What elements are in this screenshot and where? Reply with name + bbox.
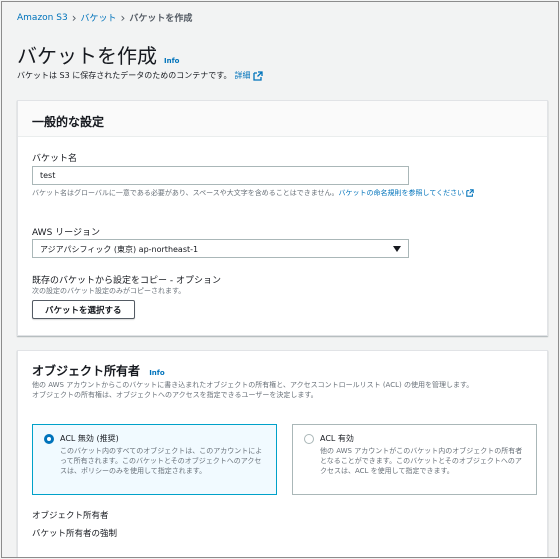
external-link-icon[interactable]: [466, 189, 475, 197]
general-settings-panel: 一般的な設定 バケット名 test バケット名はグローバルに一意である必要があり…: [17, 100, 548, 336]
caret-down-icon: [393, 246, 401, 252]
object-ownership-title-row: オブジェクト所有者 Info: [32, 362, 165, 379]
chevron-right-icon: ›: [71, 10, 77, 25]
ownership-desc-line2: オブジェクトの所有権は、オブジェクトへのアクセスを指定できるユーザーを決定します…: [32, 391, 318, 399]
breadcrumb-amazon-s3[interactable]: Amazon S3: [17, 13, 68, 23]
object-ownership-title: オブジェクト所有者: [32, 364, 141, 378]
bucket-name-input[interactable]: test: [32, 166, 409, 185]
copy-settings-description: 次の設定のバケット設定のみがコピーされます。: [32, 287, 186, 295]
general-settings-title: 一般的な設定: [32, 115, 105, 129]
bucket-name-description: バケット名はグローバルに一意である必要があり、スペースや大文字を含めることはでき…: [32, 188, 532, 198]
choose-bucket-button[interactable]: バケットを選択する: [32, 300, 135, 319]
app-window: Amazon S3 › バケット › バケットを作成 バケットを作成 Info …: [1, 1, 559, 558]
page-title-text: バケットを作成: [17, 44, 157, 68]
object-owner-value: バケット所有者の強制: [32, 529, 118, 539]
region-select[interactable]: アジアパシフィック (東京) ap-northeast-1: [32, 239, 409, 258]
page-title: バケットを作成 Info: [17, 40, 179, 69]
object-ownership-description: 他の AWS アカウントからこのバケットに書き込まれたオブジェクトの所有権と、ア…: [32, 380, 542, 400]
acl-enabled-description: 他の AWS アカウントがこのバケット内のオブジェクトの所有者となることができま…: [320, 447, 523, 475]
chevron-right-icon: ›: [120, 10, 126, 25]
copy-settings-label: 既存のバケットから設定をコピー - オプション: [32, 276, 221, 286]
external-link-icon[interactable]: [253, 70, 264, 81]
bucket-name-label: バケット名: [32, 154, 78, 164]
acl-disabled-description: このバケット内のすべてのオブジェクトは、このアカウントによって所有されます。この…: [60, 447, 263, 475]
acl-enabled-radio[interactable]: [304, 434, 314, 444]
bucket-name-desc-text: バケット名はグローバルに一意である必要があり、スペースや大文字を含めることはでき…: [32, 189, 339, 197]
info-link[interactable]: Info: [164, 57, 179, 65]
acl-enabled-option[interactable]: ACL 有効 他の AWS アカウントがこのバケット内のオブジェクトの所有者とな…: [292, 424, 537, 495]
bucket-naming-rules-link[interactable]: バケットの命名規則を参照してください: [339, 189, 465, 197]
ownership-desc-line1: 他の AWS アカウントからこのバケットに書き込まれたオブジェクトの所有権と、ア…: [32, 381, 474, 389]
acl-disabled-radio[interactable]: [44, 434, 54, 444]
acl-disabled-option[interactable]: ACL 無効 (推奨) このバケット内のすべてのオブジェクトは、このアカウントに…: [32, 424, 277, 495]
general-settings-header: 一般的な設定: [18, 101, 547, 137]
object-owner-label: オブジェクト所有者: [32, 511, 109, 521]
region-label: AWS リージョン: [32, 228, 100, 238]
acl-enabled-title: ACL 有効: [320, 434, 354, 443]
region-select-value: アジアパシフィック (東京) ap-northeast-1: [40, 245, 199, 254]
page-description-text: バケットは S3 に保存されたデータのためのコンテナです。: [17, 71, 232, 80]
ownership-info-link[interactable]: Info: [149, 369, 164, 377]
page-description: バケットは S3 に保存されたデータのためのコンテナです。 詳細: [17, 70, 264, 81]
breadcrumb: Amazon S3 › バケット › バケットを作成: [17, 10, 193, 25]
breadcrumb-buckets[interactable]: バケット: [81, 11, 117, 24]
acl-disabled-title: ACL 無効 (推奨): [60, 434, 119, 443]
breadcrumb-current: バケットを作成: [129, 14, 193, 24]
detail-link[interactable]: 詳細: [234, 70, 250, 81]
object-ownership-panel: オブジェクト所有者 Info 他の AWS アカウントからこのバケットに書き込ま…: [17, 350, 548, 557]
